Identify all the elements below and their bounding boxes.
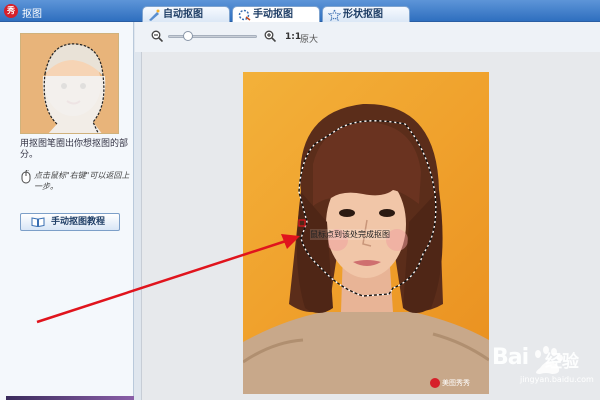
- baidu-watermark-text: Bai: [492, 345, 529, 370]
- watermark-url: jingyan.baidu.com: [520, 375, 594, 384]
- meitu-logo-icon: [430, 378, 440, 388]
- jingyan-watermark-text: 经验: [545, 352, 579, 372]
- meitu-watermark: 美图秀秀: [430, 377, 484, 390]
- meitu-label: 美图秀秀: [442, 379, 470, 387]
